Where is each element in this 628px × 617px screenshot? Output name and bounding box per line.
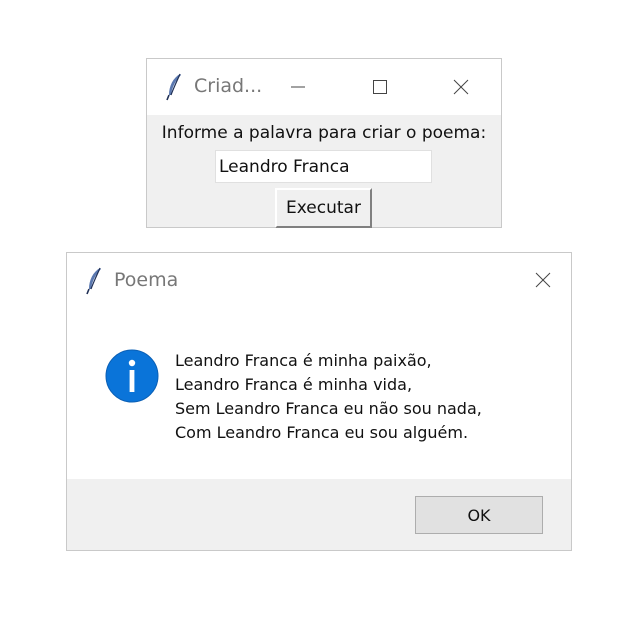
info-icon (105, 349, 159, 403)
poem-line: Com Leandro Franca eu sou alguém. (175, 423, 469, 442)
dialog-titlebar[interactable]: Poema (67, 253, 571, 309)
poem-message: Leandro Franca é minha paixão, Leandro F… (175, 349, 482, 445)
ok-button[interactable]: OK (415, 496, 543, 534)
close-icon[interactable] (533, 270, 553, 290)
minimize-icon[interactable] (288, 77, 308, 97)
poem-line: Leandro Franca é minha paixão, (175, 351, 432, 370)
window-title: Criad... (194, 75, 263, 97)
dialog-title: Poema (114, 269, 179, 291)
feather-icon (86, 267, 101, 295)
feather-icon (166, 73, 181, 101)
main-window: Criad... Informe a palavra para criar o … (146, 58, 502, 228)
poem-dialog: Poema Leandro Franca é minha paixão, Lea… (66, 252, 572, 551)
maximize-icon[interactable] (370, 77, 390, 97)
poem-line: Sem Leandro Franca eu não sou nada, (175, 399, 482, 418)
prompt-label: Informe a palavra para criar o poema: (161, 123, 487, 143)
poem-line: Leandro Franca é minha vida, (175, 375, 413, 394)
desktop: Criad... Informe a palavra para criar o … (0, 0, 628, 617)
execute-button[interactable]: Executar (275, 188, 372, 228)
close-icon[interactable] (451, 77, 471, 97)
word-input[interactable] (215, 150, 432, 183)
main-window-titlebar[interactable]: Criad... (147, 59, 501, 115)
dialog-footer: OK (67, 479, 571, 550)
